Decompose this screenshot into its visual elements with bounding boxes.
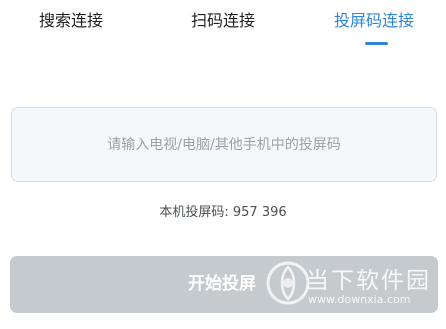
local-cast-code: 本机投屏码: 957 396 — [159, 205, 287, 220]
start-cast-button-label: 开始投屏 — [188, 274, 256, 294]
tab-scan-connect[interactable]: 扫码连接 — [191, 8, 255, 34]
screen-cast-code-page: 搜索连接 扫码连接 投屏码连接 本机投屏码: 957 396 开始投屏 当下软件… — [0, 0, 446, 329]
cast-code-input-box[interactable] — [11, 107, 437, 182]
tab-cast-code-connect[interactable]: 投屏码连接 — [334, 8, 414, 34]
active-tab-indicator — [365, 42, 388, 45]
start-cast-button[interactable]: 开始投屏 — [10, 256, 438, 313]
tab-search-connect[interactable]: 搜索连接 — [39, 8, 103, 34]
cast-code-input[interactable] — [12, 108, 436, 181]
connection-tabs: 搜索连接 扫码连接 投屏码连接 — [0, 0, 446, 60]
